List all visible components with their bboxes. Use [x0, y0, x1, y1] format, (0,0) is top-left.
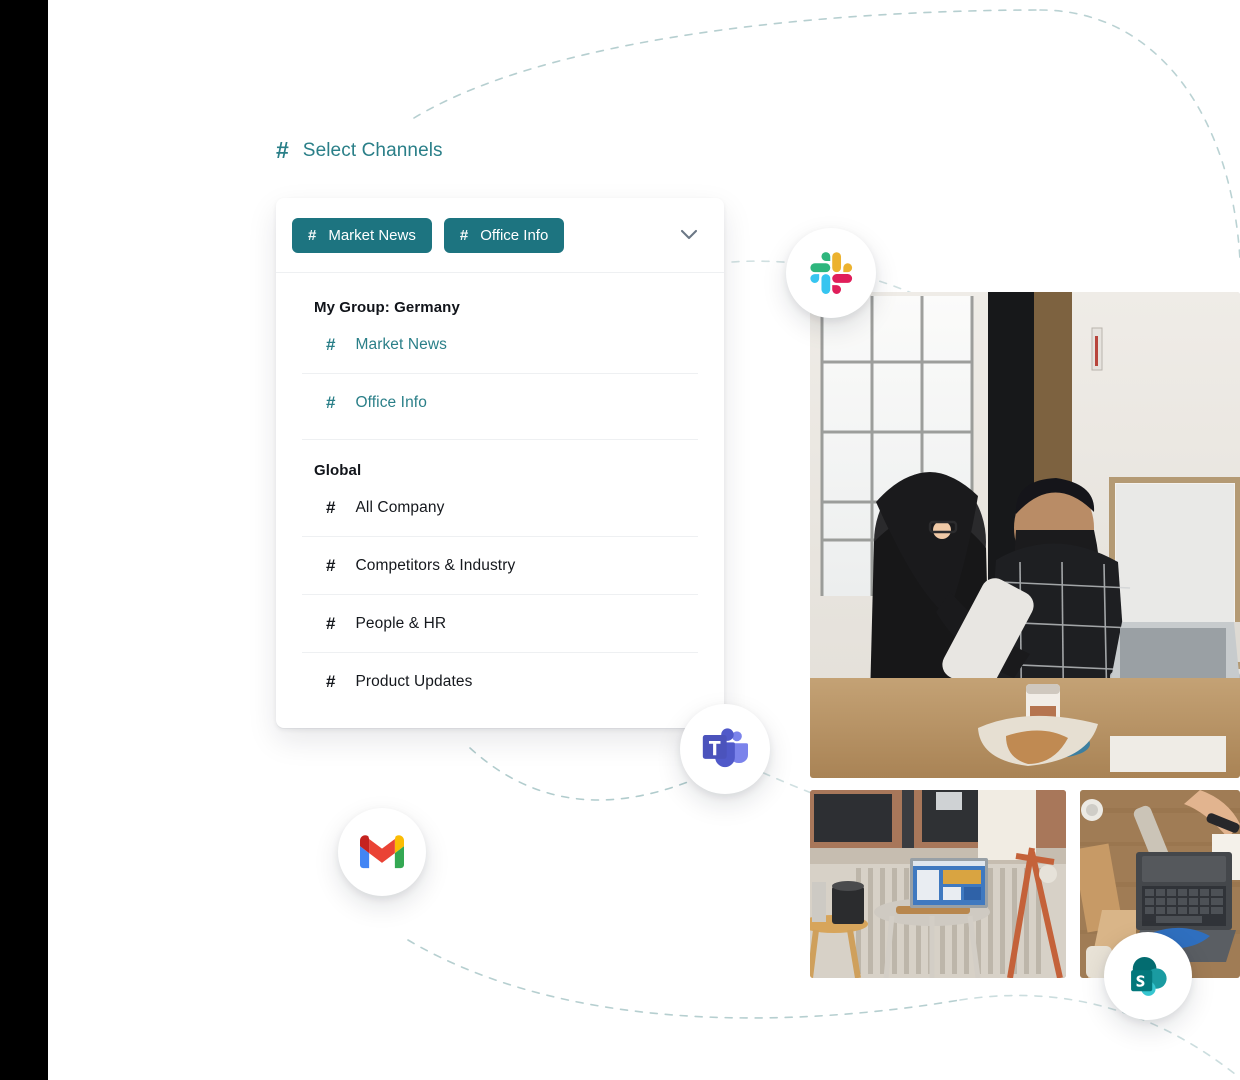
- hash-icon: #: [326, 556, 336, 575]
- app-badge-slack[interactable]: [786, 228, 876, 318]
- channel-select-dropdown[interactable]: # Market News # Office Info My Group: Ge…: [276, 198, 724, 728]
- section-header: # Select Channels: [276, 139, 443, 162]
- channel-option-label: Competitors & Industry: [355, 556, 516, 574]
- chip-label: Market News: [328, 226, 416, 244]
- chevron-down-icon: [680, 229, 698, 240]
- hash-icon: #: [326, 498, 336, 517]
- hash-icon: #: [326, 393, 336, 412]
- hash-icon: #: [326, 335, 336, 354]
- page-title: Select Channels: [302, 139, 443, 161]
- channel-option-office-info[interactable]: # Office Info: [276, 374, 724, 431]
- selected-chip-market-news[interactable]: # Market News: [292, 217, 432, 253]
- microsoft-teams-icon: [702, 728, 748, 768]
- app-badge-gmail[interactable]: [338, 808, 426, 896]
- selected-chip-office-info[interactable]: # Office Info: [443, 217, 565, 253]
- channel-option-label: Product Updates: [355, 672, 473, 690]
- hash-icon: #: [326, 672, 336, 691]
- photo-tablet-on-stool: [810, 790, 1066, 978]
- channel-option-people-hr[interactable]: # People & HR: [276, 595, 724, 652]
- group-heading-my-group-germany: My Group: Germany: [314, 299, 460, 316]
- channel-option-all-company[interactable]: # All Company: [276, 479, 724, 536]
- sharepoint-icon: [1131, 956, 1167, 996]
- chip-label: Office Info: [480, 226, 549, 244]
- app-badge-microsoft-teams[interactable]: [680, 704, 770, 794]
- app-badge-sharepoint[interactable]: [1104, 932, 1192, 1020]
- slack-icon: [810, 252, 853, 294]
- channel-option-market-news[interactable]: # Market News: [276, 316, 724, 373]
- channel-option-label: All Company: [355, 498, 445, 516]
- channel-option-label: Market News: [355, 335, 448, 353]
- hash-icon: #: [459, 226, 469, 244]
- hash-icon: #: [326, 614, 336, 633]
- hash-icon: #: [276, 137, 289, 163]
- channel-option-product-updates[interactable]: # Product Updates: [276, 653, 724, 710]
- channel-option-label: People & HR: [355, 614, 447, 632]
- channel-list: My Group: Germany # Market News # Office…: [276, 273, 724, 728]
- group-heading-global: Global: [314, 462, 362, 479]
- left-edge-gutter: [0, 0, 48, 1080]
- page-root: # Select Channels # Market News # Office…: [0, 0, 1240, 1080]
- gmail-icon: [360, 835, 404, 869]
- channel-option-competitors-industry[interactable]: # Competitors & Industry: [276, 537, 724, 594]
- selected-chips-row[interactable]: # Market News # Office Info: [276, 198, 724, 273]
- hash-icon: #: [308, 226, 317, 244]
- dropdown-toggle-button[interactable]: [680, 229, 708, 241]
- photo-collaborators-loft: [810, 292, 1240, 778]
- channel-option-label: Office Info: [355, 393, 427, 411]
